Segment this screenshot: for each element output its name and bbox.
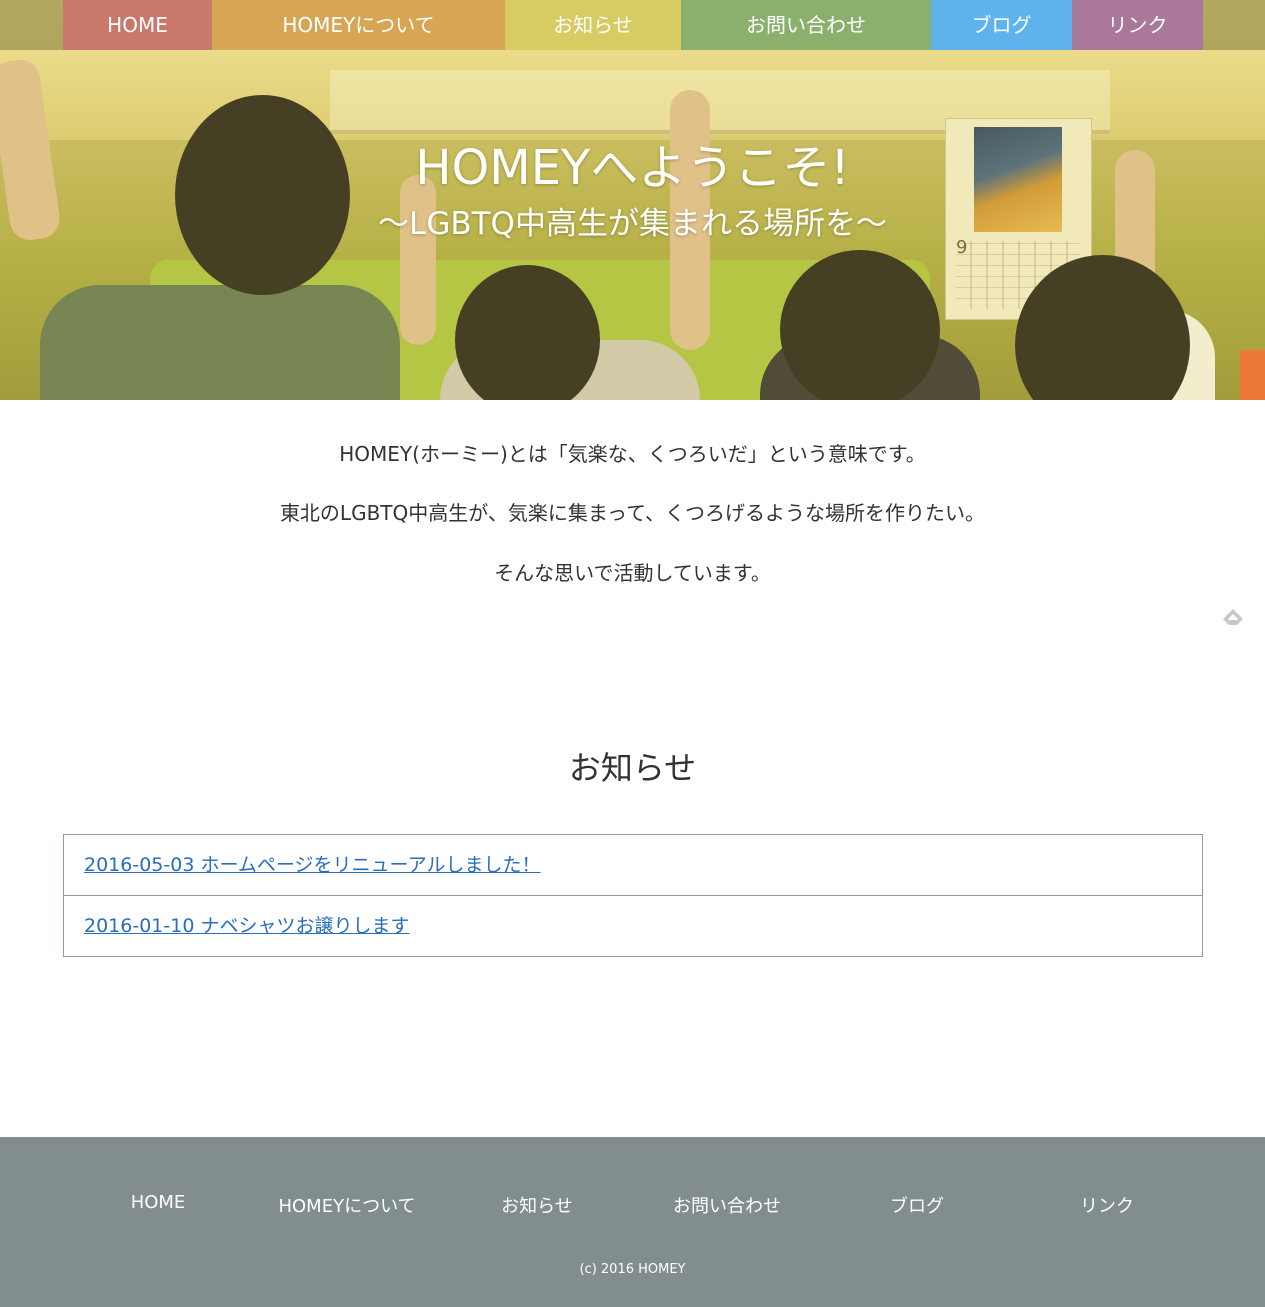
nav-blog[interactable]: ブログ [931, 0, 1072, 50]
intro-line-1: HOMEY(ホーミー)とは「気楽な、くつろいだ」という意味です。 [339, 442, 926, 466]
news-heading: お知らせ [568, 749, 697, 787]
feedly-icon[interactable] [1221, 607, 1245, 631]
footer: HOME HOMEYについて お知らせ お問い合わせ ブログ リンク (c) 2… [0, 1137, 1265, 1307]
nav-about[interactable]: HOMEYについて [212, 0, 505, 50]
footer-link-blog[interactable]: ブログ [822, 1192, 1012, 1218]
news-link[interactable]: 2016-05-03 ホームページをリニューアルしました！ [84, 854, 541, 876]
footer-link-news[interactable]: お知らせ [442, 1192, 632, 1218]
footer-link-links[interactable]: リンク [1012, 1192, 1202, 1218]
top-nav: HOME HOMEYについて お知らせ お問い合わせ ブログ リンク [0, 0, 1265, 50]
footer-link-home[interactable]: HOME [63, 1192, 253, 1213]
footer-link-contact[interactable]: お問い合わせ [632, 1192, 822, 1218]
news-list: 2016-05-03 ホームページをリニューアルしました！ 2016-01-10… [63, 834, 1203, 957]
news-item: 2016-01-10 ナベシャツお譲りします [64, 895, 1202, 956]
footer-link-about[interactable]: HOMEYについて [252, 1192, 442, 1218]
nav-links[interactable]: リンク [1072, 0, 1203, 50]
news-item: 2016-05-03 ホームページをリニューアルしました！ [64, 835, 1202, 895]
nav-home[interactable]: HOME [63, 0, 212, 50]
nav-contact[interactable]: お問い合わせ [681, 0, 931, 50]
hero-title: HOMEYへようこそ! [415, 140, 850, 196]
intro-line-3: そんな思いで活動しています。 [494, 561, 771, 585]
news-link[interactable]: 2016-01-10 ナベシャツお譲りします [84, 915, 409, 937]
copyright: (c) 2016 HOMEY [579, 1262, 686, 1277]
intro-line-2: 東北のLGBTQ中高生が、気楽に集まって、くつろげるような場所を作りたい。 [279, 501, 986, 525]
hero-banner: 9 HOMEYへようこそ! 〜LGBTQ中高生が集まれる場所を〜 [0, 0, 1265, 400]
hero-subtitle: 〜LGBTQ中高生が集まれる場所を〜 [378, 206, 887, 242]
nav-news[interactable]: お知らせ [505, 0, 681, 50]
